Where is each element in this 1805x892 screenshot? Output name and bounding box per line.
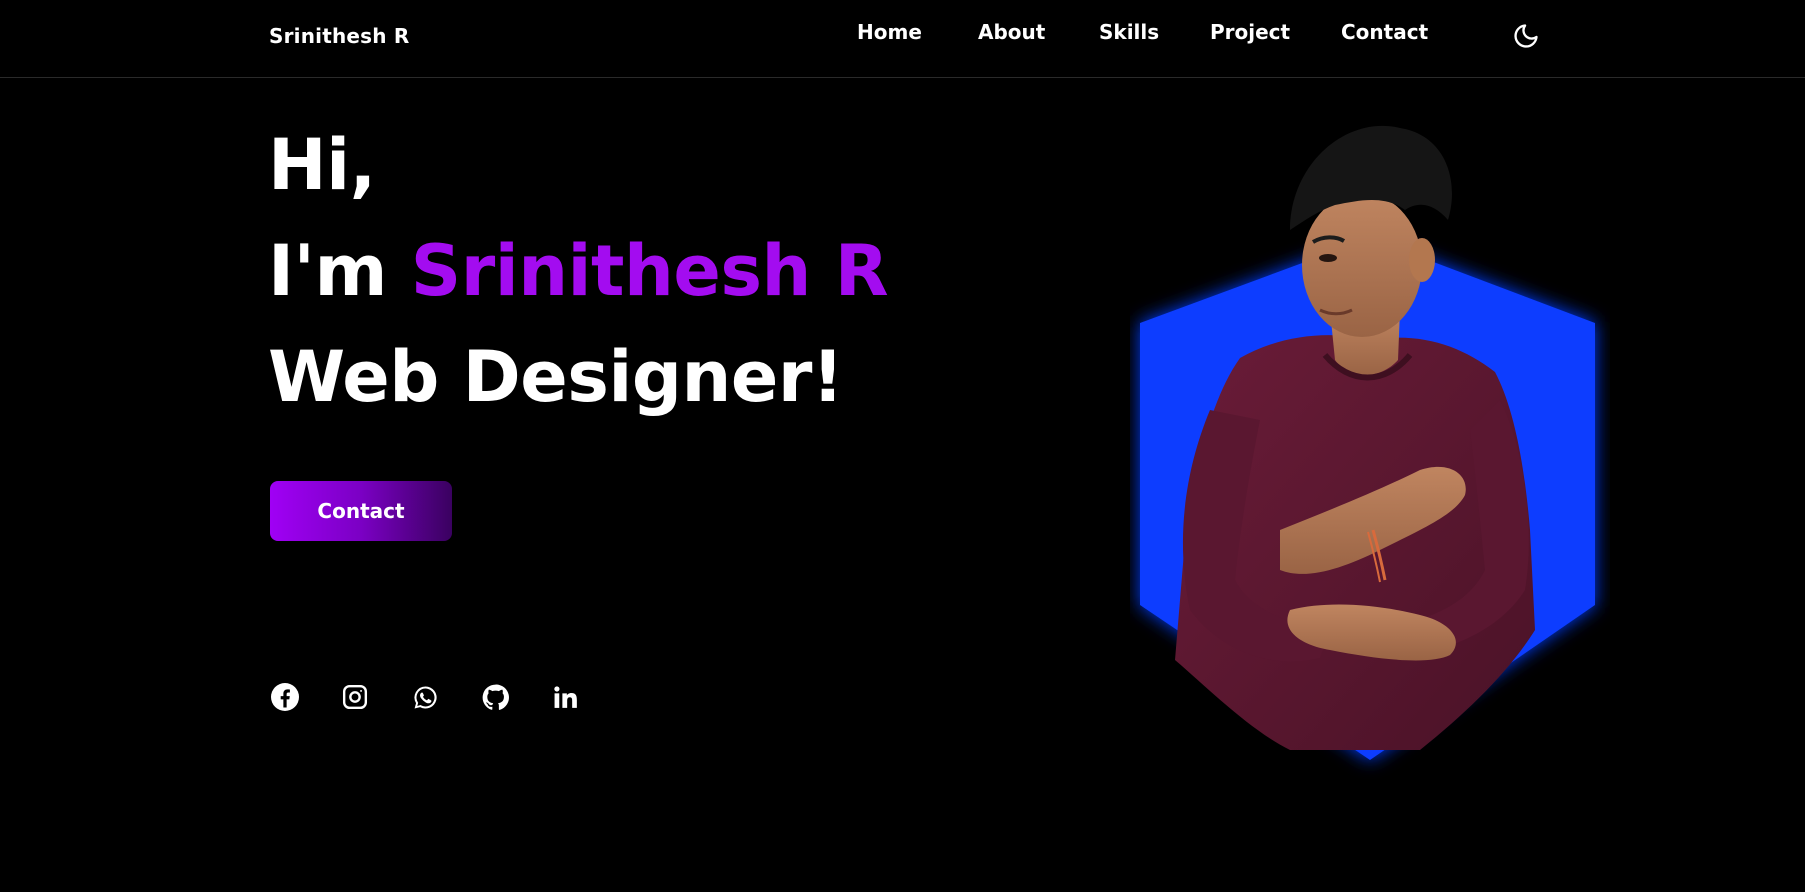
hero-role: Web Designer! xyxy=(268,336,844,418)
portrait-illustration xyxy=(1140,125,1595,760)
instagram-link[interactable] xyxy=(340,682,370,712)
hero-name: Srinithesh R xyxy=(410,230,889,312)
linkedin-link[interactable] xyxy=(550,682,580,712)
whatsapp-icon xyxy=(414,685,437,709)
github-link[interactable] xyxy=(480,682,510,712)
contact-button[interactable]: Contact xyxy=(270,481,452,541)
nav-link-contact[interactable]: Contact xyxy=(1341,20,1428,44)
facebook-link[interactable] xyxy=(270,682,300,712)
site-logo[interactable]: Srinithesh R xyxy=(269,24,410,48)
whatsapp-link[interactable] xyxy=(410,682,440,712)
moon-icon xyxy=(1514,24,1538,48)
github-icon xyxy=(482,684,509,710)
facebook-icon xyxy=(271,683,299,711)
theme-toggle-button[interactable] xyxy=(1510,20,1542,52)
nav-link-project[interactable]: Project xyxy=(1210,20,1290,44)
hero-intro-prefix: I'm xyxy=(268,230,387,312)
hero-greeting: Hi, xyxy=(268,124,376,206)
nav-link-about[interactable]: About xyxy=(978,20,1045,44)
hero-intro: I'm Srinithesh R xyxy=(268,236,889,306)
linkedin-icon xyxy=(553,685,577,708)
hero-portrait xyxy=(1130,110,1610,790)
nav-link-home[interactable]: Home xyxy=(857,20,922,44)
instagram-icon xyxy=(342,684,368,710)
site-header: Srinithesh R Home About Skills Project C… xyxy=(0,0,1805,78)
nav-link-skills[interactable]: Skills xyxy=(1099,20,1159,44)
